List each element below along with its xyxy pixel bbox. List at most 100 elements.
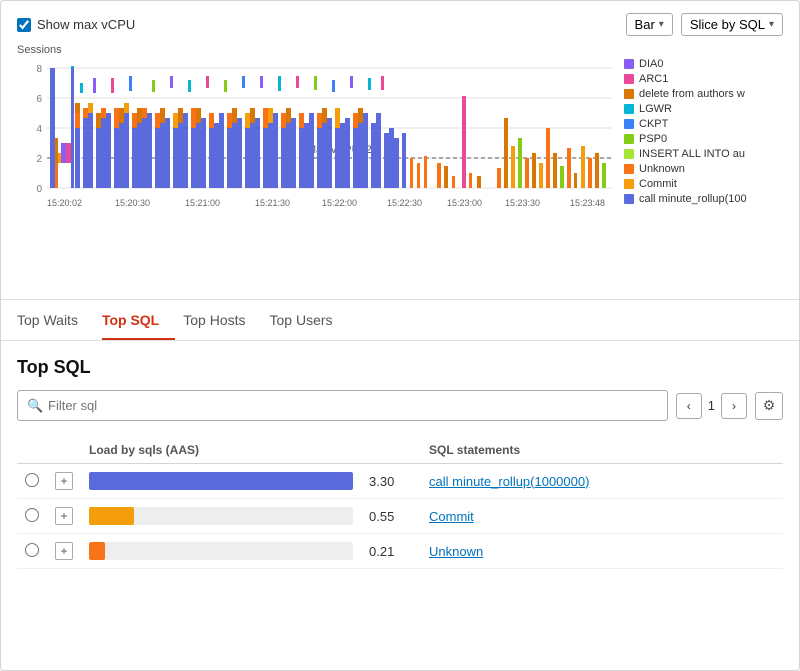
slice-by-label: Slice by SQL <box>690 17 765 32</box>
legend-item-psp0: PSP0 <box>624 133 784 145</box>
chart-type-select[interactable]: Bar ▾ <box>626 13 673 36</box>
legend-color-arc1 <box>624 74 634 84</box>
row-sql-cell-1: call minute_rollup(1000000) <box>421 464 783 499</box>
legend-label-arc1: ARC1 <box>639 73 668 85</box>
bar-fill-1 <box>89 472 353 490</box>
row-expand-cell: + <box>47 464 81 499</box>
legend-color-call <box>624 194 634 204</box>
legend-item-unknown: Unknown <box>624 163 784 175</box>
settings-button[interactable]: ⚙ <box>755 392 783 420</box>
legend-color-unknown <box>624 164 634 174</box>
table-header-row: Load by sqls (AAS) SQL statements <box>17 437 783 464</box>
legend-item-lgwr: LGWR <box>624 103 784 115</box>
svg-text:15:21:30: 15:21:30 <box>255 198 290 208</box>
legend-item-dia0: DIA0 <box>624 58 784 70</box>
row-expand-cell: + <box>47 534 81 569</box>
page-number: 1 <box>708 398 715 413</box>
tab-top-users[interactable]: Top Users <box>270 300 349 340</box>
row-expand-cell: + <box>47 499 81 534</box>
chevron-right-icon: › <box>732 399 736 413</box>
content-section: Top SQL 🔍 ‹ 1 › ⚙ <box>1 341 799 585</box>
table-row: + 3.30 call minute_rollup(1000000) <box>17 464 783 499</box>
legend-item-call: call minute_rollup(100 <box>624 193 784 205</box>
tab-top-sql[interactable]: Top SQL <box>102 300 175 340</box>
col-header-num <box>361 437 421 464</box>
row-radio-cell <box>17 534 47 569</box>
bar-chart-svg: 8 6 4 2 0 Max vCPU: 2 <box>17 58 612 288</box>
svg-text:6: 6 <box>36 94 42 105</box>
legend-label-call: call minute_rollup(100 <box>639 193 747 205</box>
tabs-section: Top Waits Top SQL Top Hosts Top Users <box>1 300 799 341</box>
prev-page-button[interactable]: ‹ <box>676 393 702 419</box>
legend-label-psp0: PSP0 <box>639 133 667 145</box>
chart-canvas: Sessions 8 6 4 2 0 <box>17 44 612 291</box>
legend-label-ckpt: CKPT <box>639 118 668 130</box>
expand-button-2[interactable]: + <box>55 507 73 525</box>
sql-link-3[interactable]: Unknown <box>429 544 483 559</box>
bar-fill-2 <box>89 507 134 525</box>
row-radio-cell <box>17 499 47 534</box>
expand-button-3[interactable]: + <box>55 542 73 560</box>
legend-item-arc1: ARC1 <box>624 73 784 85</box>
legend-label-lgwr: LGWR <box>639 103 672 115</box>
search-icon: 🔍 <box>27 398 43 414</box>
legend-label-unknown: Unknown <box>639 163 685 175</box>
gear-icon: ⚙ <box>763 397 776 414</box>
legend-color-dia0 <box>624 59 634 69</box>
show-max-vcpu-control: Show max vCPU <box>17 17 135 32</box>
chevron-down-icon-2: ▾ <box>769 19 774 30</box>
svg-text:8: 8 <box>36 64 42 75</box>
row-radio-3[interactable] <box>25 543 39 557</box>
chart-svg: 8 6 4 2 0 Max vCPU: 2 <box>17 58 612 291</box>
svg-text:15:23:30: 15:23:30 <box>505 198 540 208</box>
main-container: Show max vCPU Bar ▾ Slice by SQL ▾ Sessi… <box>0 0 800 671</box>
tabs-nav: Top Waits Top SQL Top Hosts Top Users <box>1 300 799 340</box>
legend-color-psp0 <box>624 134 634 144</box>
col-header-load: Load by sqls (AAS) <box>81 437 361 464</box>
row-radio-1[interactable] <box>25 473 39 487</box>
slice-by-select[interactable]: Slice by SQL ▾ <box>681 13 783 36</box>
y-axis-label: Sessions <box>17 44 62 56</box>
sql-link-1[interactable]: call minute_rollup(1000000) <box>429 474 589 489</box>
legend-item-commit: Commit <box>624 178 784 190</box>
col-header-plus <box>47 437 81 464</box>
chart-legend: DIA0 ARC1 delete from authors w LGWR CKP… <box>624 44 784 291</box>
show-max-vcpu-checkbox[interactable] <box>17 18 31 32</box>
svg-text:2: 2 <box>36 154 42 165</box>
svg-text:15:22:30: 15:22:30 <box>387 198 422 208</box>
svg-text:15:23:00: 15:23:00 <box>447 198 482 208</box>
chart-toolbar: Show max vCPU Bar ▾ Slice by SQL ▾ <box>17 13 783 36</box>
legend-color-ckpt <box>624 119 634 129</box>
row-radio-cell <box>17 464 47 499</box>
row-sql-cell-3: Unknown <box>421 534 783 569</box>
legend-label-dia0: DIA0 <box>639 58 663 70</box>
tab-top-hosts[interactable]: Top Hosts <box>183 300 261 340</box>
next-page-button[interactable]: › <box>721 393 747 419</box>
row-radio-2[interactable] <box>25 508 39 522</box>
svg-text:0: 0 <box>36 184 42 195</box>
svg-text:15:22:00: 15:22:00 <box>322 198 357 208</box>
sql-link-2[interactable]: Commit <box>429 509 474 524</box>
col-header-sql: SQL statements <box>421 437 783 464</box>
svg-text:15:23:48: 15:23:48 <box>570 198 605 208</box>
row-sql-cell-2: Commit <box>421 499 783 534</box>
filter-sql-input[interactable] <box>17 390 668 421</box>
table-row: + 0.21 Unknown <box>17 534 783 569</box>
pagination: ‹ 1 › <box>676 393 747 419</box>
row-bar-cell-2 <box>81 499 361 534</box>
sql-table: Load by sqls (AAS) SQL statements <box>17 437 783 569</box>
legend-color-insert <box>624 149 634 159</box>
expand-button-1[interactable]: + <box>55 472 73 490</box>
legend-label-insert: INSERT ALL INTO au <box>639 148 745 160</box>
row-value-3: 0.21 <box>361 534 421 569</box>
svg-text:4: 4 <box>36 124 42 135</box>
row-value-2: 0.55 <box>361 499 421 534</box>
chart-controls: Bar ▾ Slice by SQL ▾ <box>626 13 783 36</box>
bar-track-2 <box>89 507 353 525</box>
filter-bar: 🔍 ‹ 1 › ⚙ <box>17 390 783 421</box>
chart-type-label: Bar <box>635 17 655 32</box>
tab-top-waits[interactable]: Top Waits <box>17 300 94 340</box>
svg-text:15:20:30: 15:20:30 <box>115 198 150 208</box>
svg-text:15:20:02: 15:20:02 <box>47 198 82 208</box>
filter-input-wrap: 🔍 <box>17 390 668 421</box>
